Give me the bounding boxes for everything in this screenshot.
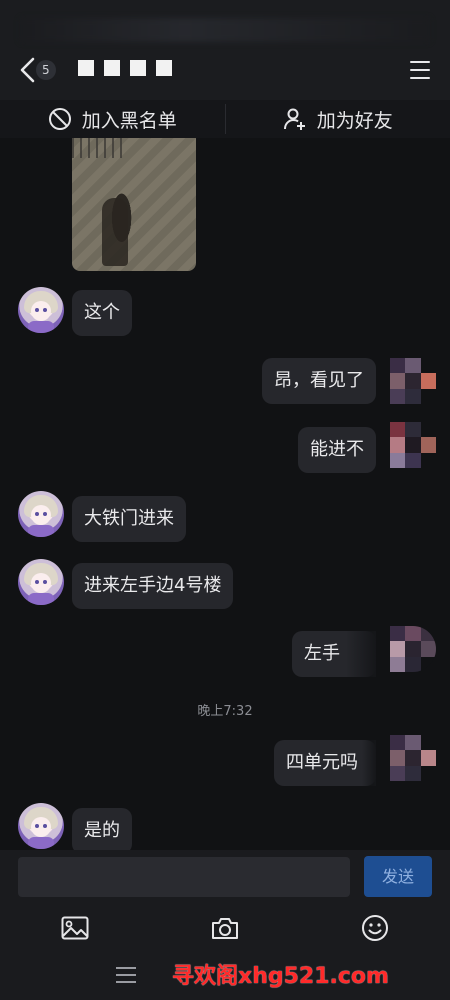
mosaic-block	[104, 60, 120, 76]
status-bar-blurred	[20, 18, 430, 42]
mosaic-block	[78, 60, 94, 76]
mosaic-block	[156, 60, 172, 76]
top-bar: 5	[0, 50, 450, 90]
image-button[interactable]	[60, 913, 90, 943]
menu-line	[116, 981, 136, 983]
camera-icon	[212, 918, 238, 939]
add-friend-button[interactable]: 加为好友	[226, 100, 450, 138]
add-friend-label: 加为好友	[316, 109, 393, 132]
block-icon	[48, 108, 71, 130]
message-bubble-out[interactable]: 昂，看见了	[262, 358, 376, 404]
message-input-bar: 发送	[0, 850, 450, 905]
mosaic-block	[130, 60, 146, 76]
emoji-button[interactable]	[360, 913, 390, 943]
message-bubble-out[interactable]: 能进不	[298, 427, 376, 473]
menu-line	[410, 77, 430, 79]
chat-header: 5	[0, 0, 450, 100]
message-bubble-out[interactable]: 四单元吗	[274, 740, 376, 786]
message-text: 左手	[304, 643, 340, 664]
contact-avatar[interactable]	[18, 803, 64, 849]
message-bubble-in[interactable]: 是的	[72, 808, 132, 850]
blur-overlay	[362, 740, 376, 786]
message-input[interactable]	[18, 857, 350, 897]
recent-apps-button[interactable]	[116, 967, 136, 983]
chevron-left-icon	[20, 57, 35, 83]
send-button[interactable]: 发送	[364, 856, 432, 897]
my-avatar-pixelated[interactable]	[390, 626, 436, 672]
contact-avatar[interactable]	[18, 287, 64, 333]
camera-button[interactable]	[210, 913, 240, 943]
contact-name-masked	[52, 60, 172, 76]
message-bubble-out[interactable]: 左手	[292, 631, 376, 677]
image-icon	[61, 916, 89, 940]
menu-line	[410, 69, 430, 71]
my-avatar-pixelated[interactable]	[390, 735, 436, 781]
watermark-text: 寻欢阁xhg521.com	[172, 964, 389, 989]
message-text: 四单元吗	[286, 752, 358, 773]
more-menu-button[interactable]	[408, 58, 432, 82]
my-avatar-pixelated[interactable]	[390, 422, 436, 468]
blacklist-label: 加入黑名单	[81, 109, 177, 132]
menu-line	[410, 61, 430, 63]
message-bubble-in[interactable]: 进来左手边4号楼	[72, 563, 234, 609]
photo-railing	[72, 138, 122, 158]
menu-line	[116, 967, 136, 969]
emoji-icon	[362, 915, 388, 941]
message-bubble-in[interactable]: 大铁门进来	[72, 496, 186, 542]
message-bubble-in[interactable]: 这个	[72, 290, 132, 336]
attachment-toolbar	[0, 905, 450, 950]
chat-message-list[interactable]: 这个 昂，看见了 能进不 大铁门进来 进来左手边4号楼 左手 晚上7:32 四单…	[0, 138, 450, 850]
image-message[interactable]	[72, 138, 196, 271]
add-to-blacklist-button[interactable]: 加入黑名单	[0, 100, 225, 138]
add-user-icon	[283, 108, 305, 130]
my-avatar-pixelated[interactable]	[390, 358, 436, 404]
menu-line	[116, 974, 136, 976]
blur-overlay	[346, 631, 376, 677]
message-timestamp: 晚上7:32	[197, 704, 253, 719]
contact-action-row: 加入黑名单 加为好友	[0, 100, 450, 138]
contact-avatar[interactable]	[18, 491, 64, 537]
photo-shadow	[102, 198, 128, 266]
contact-avatar[interactable]	[18, 559, 64, 605]
